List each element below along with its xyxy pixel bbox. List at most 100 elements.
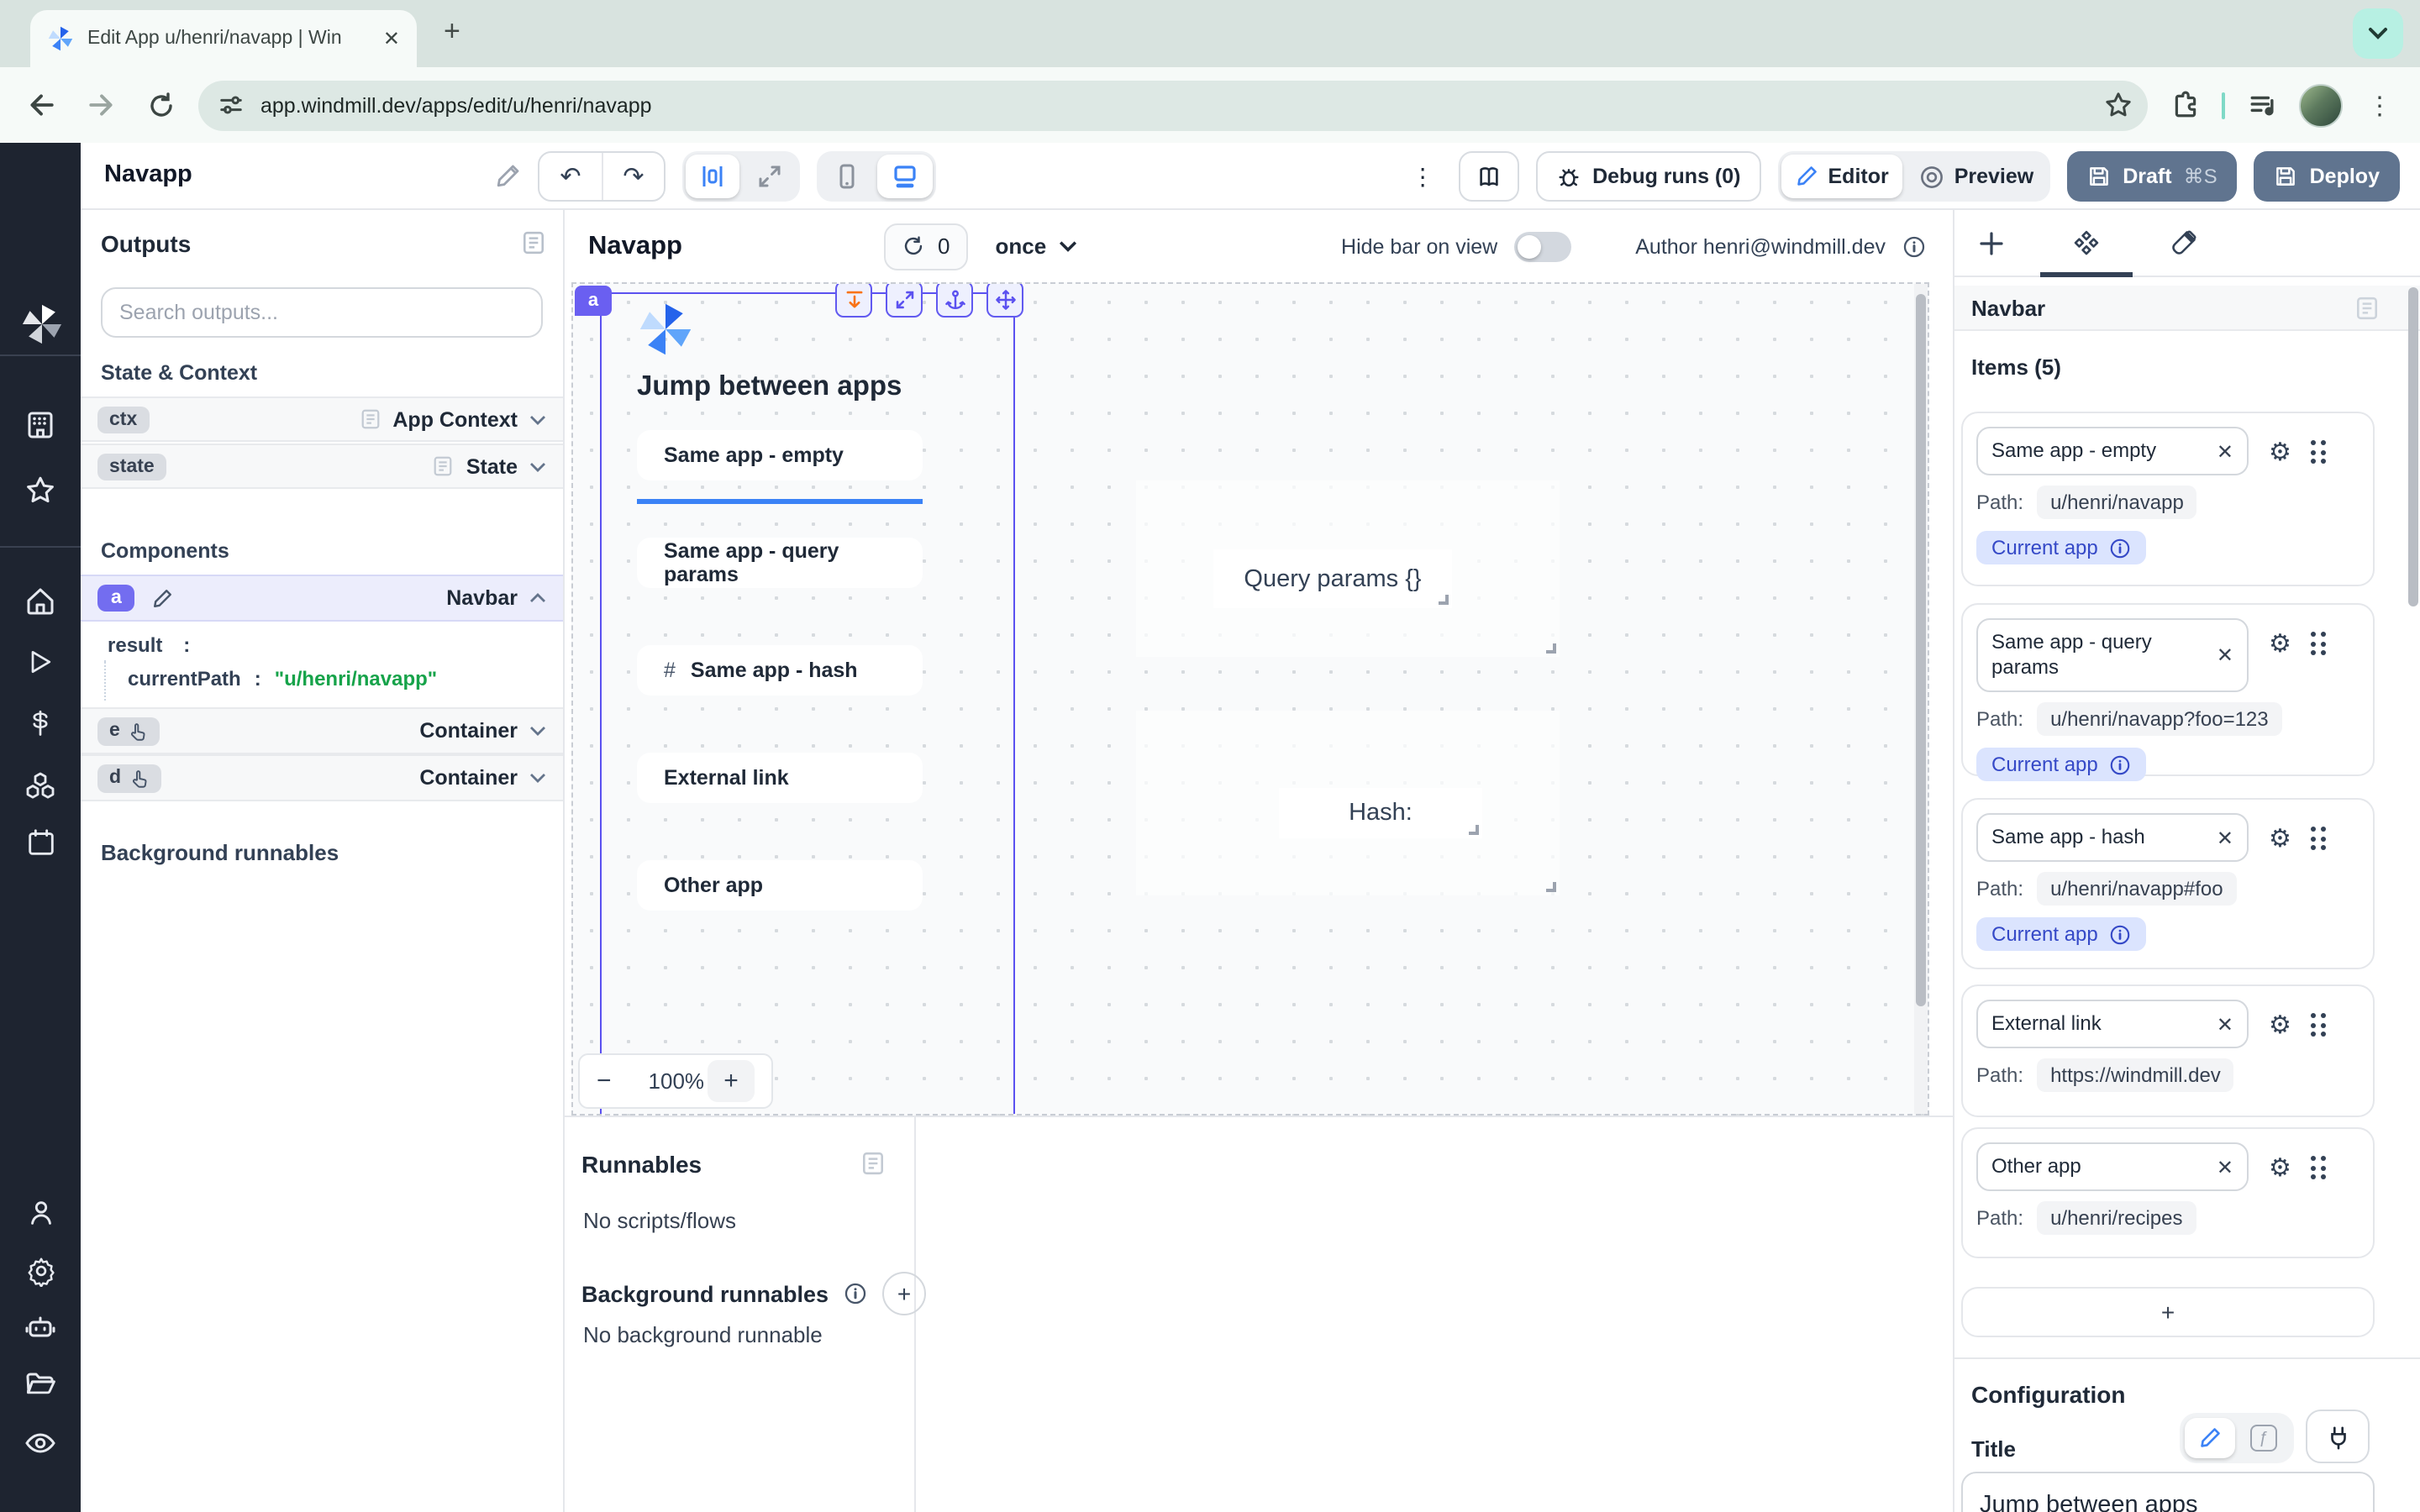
item-label-input[interactable]: Same app - empty ✕ [1976, 427, 2249, 475]
add-background-runnable-button[interactable]: + [882, 1272, 926, 1315]
drag-handle-icon[interactable] [2312, 632, 2326, 655]
item-label-input[interactable]: Same app - query params ✕ [1976, 618, 2249, 692]
resources-cubes-icon[interactable] [20, 766, 60, 806]
undo-button[interactable]: ↶ [539, 153, 602, 200]
background-runnables-info-icon[interactable] [844, 1282, 867, 1305]
editor-tab[interactable]: Editor [1781, 155, 1902, 198]
workers-robot-icon[interactable] [20, 1307, 60, 1347]
ctx-row[interactable]: ctx App Context [81, 396, 563, 442]
drag-handle-icon[interactable] [2312, 1013, 2326, 1037]
insert-below-handle-icon[interactable] [835, 282, 872, 318]
item-settings-gear-icon[interactable]: ⚙ [2269, 437, 2291, 467]
refresh-button[interactable]: 0 [884, 223, 968, 270]
zoom-out-button[interactable]: − [597, 1067, 612, 1095]
resize-handle[interactable] [1439, 595, 1449, 605]
result-key-row[interactable]: result : [108, 630, 190, 660]
debug-runs-button[interactable]: Debug runs (0) [1535, 151, 1760, 202]
preview-tab[interactable]: Preview [1906, 155, 2048, 198]
nav-item-hash[interactable]: # Same app - hash [637, 645, 923, 696]
fx-mode-icon[interactable]: ƒ [2238, 1418, 2289, 1458]
site-settings-icon[interactable] [218, 92, 244, 118]
canvas-scrollbar[interactable] [1914, 284, 1928, 1114]
resize-handle[interactable] [1546, 882, 1556, 892]
style-tab-brush-icon[interactable] [2163, 223, 2203, 264]
redo-button[interactable]: ↷ [602, 153, 664, 200]
path-value[interactable]: u/henri/navapp?foo=123 [2037, 702, 2282, 736]
workspace-icon[interactable] [20, 405, 60, 445]
item-label-input[interactable]: Other app ✕ [1976, 1142, 2249, 1191]
hash-text[interactable]: Hash: [1279, 788, 1482, 838]
edit-title-pencil-icon[interactable] [494, 163, 521, 190]
avatar[interactable] [2299, 83, 2343, 127]
component-a-pencil-icon[interactable] [145, 581, 179, 615]
resize-handle[interactable] [1546, 643, 1556, 654]
users-icon[interactable] [20, 1193, 60, 1233]
chevron-down-icon[interactable] [529, 461, 546, 471]
drag-handle-icon[interactable] [2312, 827, 2326, 850]
author-info-icon[interactable] [1902, 234, 1926, 258]
app-canvas[interactable]: a [571, 282, 1929, 1116]
state-row[interactable]: state State [81, 444, 563, 489]
tab-close-icon[interactable]: ✕ [383, 27, 400, 50]
folders-icon[interactable] [20, 1364, 60, 1404]
audit-eye-icon[interactable] [20, 1423, 60, 1463]
static-mode-pencil-icon[interactable] [2185, 1418, 2235, 1458]
browser-tab[interactable]: Edit App u/henri/navapp | Win ✕ [30, 10, 417, 67]
clear-icon[interactable]: ✕ [2217, 1155, 2233, 1179]
nav-item-other-app[interactable]: Other app [637, 860, 923, 911]
more-menu-icon[interactable]: ⋮ [1404, 162, 1441, 191]
mobile-view-button[interactable] [820, 155, 874, 198]
path-value[interactable]: https://windmill.dev [2037, 1058, 2234, 1092]
search-outputs-input[interactable] [101, 287, 543, 338]
connect-plug-icon[interactable] [2306, 1410, 2370, 1463]
chrome-chevron-down-icon[interactable] [2353, 8, 2403, 59]
move-handle-icon[interactable] [986, 282, 1023, 318]
reload-icon[interactable] [138, 81, 185, 129]
favorites-star-icon[interactable] [20, 470, 60, 511]
url-bar[interactable]: app.windmill.dev/apps/edit/u/henri/navap… [198, 80, 2148, 130]
path-value[interactable]: u/henri/navapp#foo [2037, 872, 2237, 906]
settings-scrollbar-thumb[interactable] [2408, 287, 2418, 606]
schedules-calendar-icon[interactable] [20, 822, 60, 862]
nav-item-same-app-empty[interactable]: Same app - empty [637, 430, 923, 480]
docs-book-button[interactable] [1458, 151, 1518, 202]
add-item-button[interactable]: + [1961, 1287, 2375, 1337]
chevron-down-icon[interactable] [529, 414, 546, 424]
anchor-handle-icon[interactable] [936, 282, 973, 318]
item-settings-gear-icon[interactable]: ⚙ [2269, 1152, 2291, 1183]
bookmark-star-icon[interactable] [2094, 81, 2141, 129]
clear-icon[interactable]: ✕ [2217, 826, 2233, 849]
clear-icon[interactable]: ✕ [2217, 643, 2233, 667]
component-e-row[interactable]: e Container [81, 707, 563, 754]
draft-button[interactable]: Draft ⌘S [2067, 151, 2237, 202]
query-params-text[interactable]: Query params {} [1213, 549, 1452, 608]
forward-icon[interactable] [77, 81, 124, 129]
drag-handle-icon[interactable] [2312, 1156, 2326, 1179]
home-icon[interactable] [20, 581, 60, 622]
title-value-input[interactable] [1961, 1472, 2375, 1512]
media-playlist-icon[interactable] [2238, 81, 2286, 129]
hide-bar-toggle[interactable] [1514, 231, 1571, 261]
zoom-in-button[interactable]: + [708, 1060, 755, 1102]
new-tab-button[interactable]: + [444, 15, 460, 49]
item-label-input[interactable]: Same app - hash ✕ [1976, 813, 2249, 862]
outputs-doc-icon[interactable] [521, 230, 546, 255]
chevron-down-icon[interactable] [529, 726, 546, 736]
insert-tab-plus-icon[interactable] [1971, 223, 2012, 264]
path-value[interactable]: u/henri/navapp [2037, 486, 2197, 519]
expand-handle-icon[interactable] [886, 282, 923, 318]
currentpath-row[interactable]: currentPath : "u/henri/navapp" [128, 667, 437, 690]
settings-gear-icon[interactable] [20, 1250, 60, 1290]
windmill-logo-icon[interactable] [20, 302, 60, 343]
full-width-button[interactable] [743, 155, 797, 198]
runnables-doc-icon[interactable] [860, 1151, 886, 1176]
item-settings-gear-icon[interactable]: ⚙ [2269, 823, 2291, 853]
nav-item-external-link[interactable]: External link [637, 753, 923, 803]
component-doc-icon[interactable] [2354, 295, 2380, 320]
drag-handle-icon[interactable] [2312, 440, 2326, 464]
settings-tab-components-icon[interactable] [2065, 223, 2106, 264]
chevron-up-icon[interactable] [529, 593, 546, 603]
component-a-row[interactable]: a Navbar [81, 575, 563, 622]
resize-handle[interactable] [1469, 825, 1479, 835]
component-d-row[interactable]: d Container [81, 754, 563, 801]
